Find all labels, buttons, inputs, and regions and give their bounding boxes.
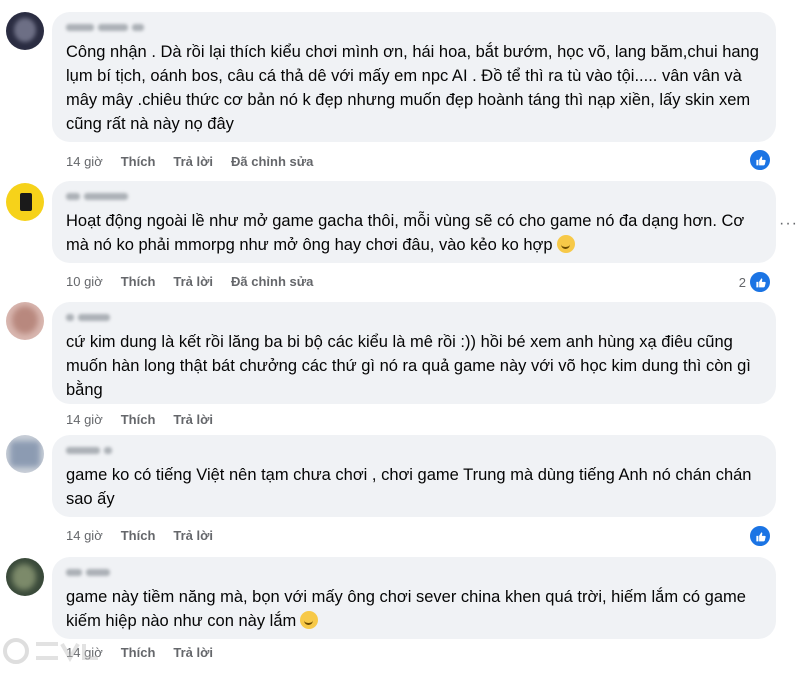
reply-button[interactable]: Trả lời <box>173 645 213 660</box>
reaction-count: 2 <box>738 274 746 290</box>
like-button[interactable]: Thích <box>121 645 156 660</box>
comment-bubble: cứ kim dung là kết rồi lăng ba bi bộ các… <box>52 302 776 404</box>
comment-actions: 14 giờ Thích Trả lời <box>66 412 213 427</box>
edited-label: Đã chỉnh sửa <box>230 274 314 289</box>
author-name-blurred[interactable] <box>66 20 762 34</box>
comment-text-body: game này tiềm năng mà, bọn với mấy ông c… <box>66 588 746 630</box>
comment-time[interactable]: 14 giờ <box>66 645 103 660</box>
comment-bubble: Công nhận . Dà rồi lại thích kiểu chơi m… <box>52 12 776 142</box>
reaction-summary[interactable] <box>746 148 772 172</box>
author-name-blurred[interactable] <box>66 189 762 203</box>
smile-emoji-icon <box>300 611 319 629</box>
author-name-blurred[interactable] <box>66 310 762 324</box>
comment-text: game này tiềm năng mà, bọn với mấy ông c… <box>66 585 762 633</box>
edited-label: Đã chỉnh sửa <box>230 154 314 169</box>
comment-actions: 14 giờ Thích Trả lời <box>66 528 213 543</box>
avatar[interactable] <box>6 302 44 340</box>
comment-text: Hoạt động ngoài lề như mở game gacha thô… <box>66 209 762 257</box>
comment-time[interactable]: 14 giờ <box>66 528 103 543</box>
author-name-blurred[interactable] <box>66 443 762 457</box>
reaction-summary[interactable]: 2 <box>739 270 772 294</box>
reply-button[interactable]: Trả lời <box>173 528 213 543</box>
comment-actions: 10 giờ Thích Trả lời Đã chỉnh sửa <box>66 274 313 289</box>
avatar[interactable] <box>6 435 44 473</box>
comment-actions: 14 giờ Thích Trả lời Đã chỉnh sửa <box>66 154 313 169</box>
comment-bubble: game này tiềm năng mà, bọn với mấy ông c… <box>52 557 776 639</box>
comment-bubble: game ko có tiếng Việt nên tạm chưa chơi … <box>52 435 776 517</box>
avatar[interactable] <box>6 183 44 221</box>
comment-text: game ko có tiếng Việt nên tạm chưa chơi … <box>66 466 752 508</box>
reply-button[interactable]: Trả lời <box>173 274 213 289</box>
reaction-summary[interactable] <box>748 524 772 548</box>
reply-button[interactable]: Trả lời <box>173 154 213 169</box>
comment-time[interactable]: 10 giờ <box>66 274 103 289</box>
avatar[interactable] <box>6 12 44 50</box>
like-icon <box>748 148 772 172</box>
comment-text: cứ kim dung là kết rồi lăng ba bi bộ các… <box>66 333 751 399</box>
like-button[interactable]: Thích <box>121 412 156 427</box>
comment-text-body: Hoạt động ngoài lề như mở game gacha thô… <box>66 212 745 254</box>
smile-emoji-icon <box>556 235 575 253</box>
avatar[interactable] <box>6 558 44 596</box>
like-icon <box>748 270 772 294</box>
like-button[interactable]: Thích <box>121 154 156 169</box>
like-icon <box>748 524 772 548</box>
comment-bubble: Hoạt động ngoài lề như mở game gacha thô… <box>52 181 776 263</box>
author-name-blurred[interactable] <box>66 565 762 579</box>
reply-button[interactable]: Trả lời <box>173 412 213 427</box>
more-options-icon[interactable]: ··· <box>779 215 798 233</box>
like-button[interactable]: Thích <box>121 528 156 543</box>
comment-actions: 14 giờ Thích Trả lời <box>66 645 213 660</box>
comment-time[interactable]: 14 giờ <box>66 154 103 169</box>
like-button[interactable]: Thích <box>121 274 156 289</box>
comment-text: Công nhận . Dà rồi lại thích kiểu chơi m… <box>66 43 759 133</box>
comment-time[interactable]: 14 giờ <box>66 412 103 427</box>
